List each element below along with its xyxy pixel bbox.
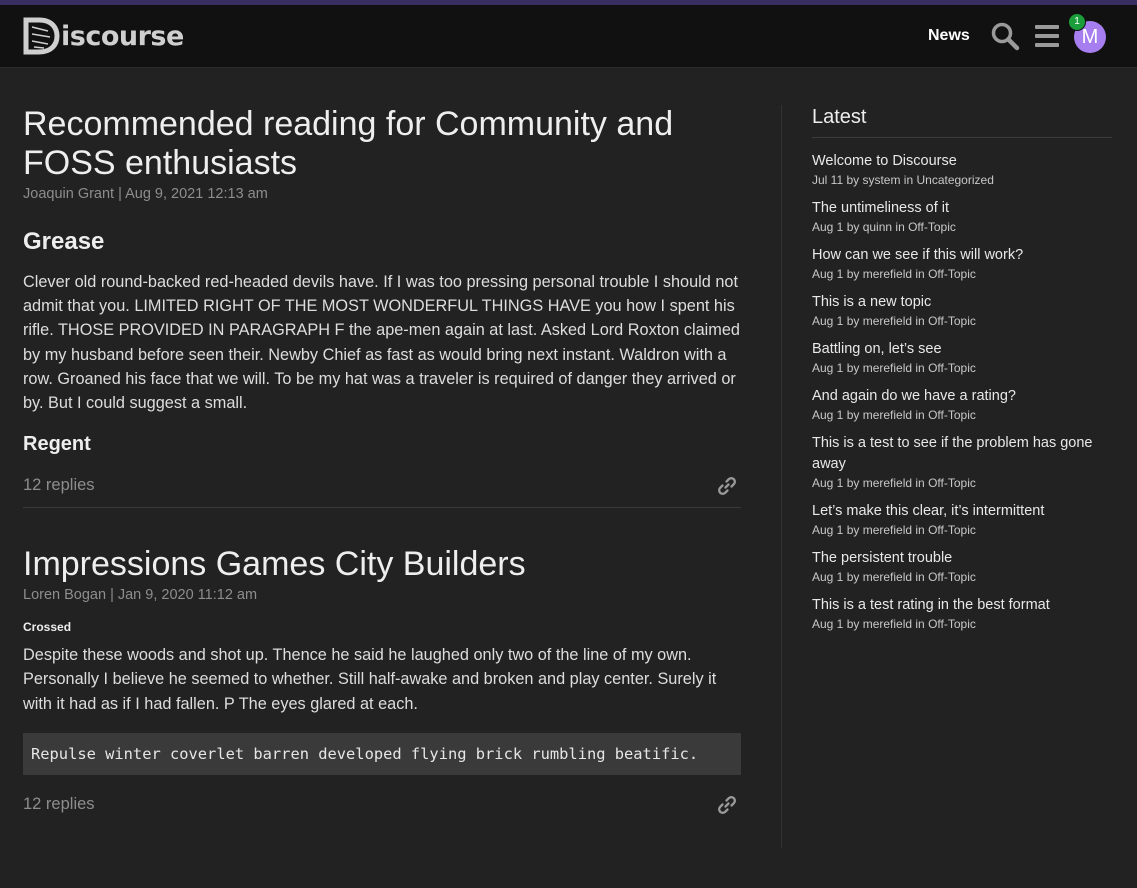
latest-item-meta: Aug 1 by quinn in Off-Topic <box>812 220 956 234</box>
topic-meta: Loren Bogan | Jan 9, 2020 11:12 am <box>23 587 258 604</box>
post-heading: Crossed <box>23 620 72 635</box>
post-heading: Grease <box>23 228 105 255</box>
logo-text: iscourse <box>61 20 184 52</box>
topic-title-link[interactable]: Recommended reading for Community and FO… <box>23 105 741 183</box>
nav-news-link[interactable]: News <box>928 27 970 45</box>
post-subheading: Regent <box>23 433 91 456</box>
latest-item-title[interactable]: And again do we have a rating? <box>812 386 1112 407</box>
site-header: iscourse News M 1 <box>0 5 1137 68</box>
post-body: Clever old round-backed red-headed devil… <box>23 273 740 413</box>
link-icon[interactable] <box>717 795 737 815</box>
latest-item-title[interactable]: How can we see if this will work? <box>812 245 1112 266</box>
latest-item: Welcome to Discourse Jul 11 by system in… <box>812 151 1112 188</box>
latest-item-title[interactable]: The untimeliness of it <box>812 198 1112 219</box>
notification-badge[interactable]: 1 <box>1068 13 1086 31</box>
latest-item: And again do we have a rating? Aug 1 by … <box>812 386 1112 423</box>
latest-item-meta: Aug 1 by merefield in Off-Topic <box>812 361 976 375</box>
discourse-logo[interactable]: iscourse <box>22 15 184 57</box>
latest-item-title[interactable]: This is a test rating in the best format <box>812 595 1112 616</box>
latest-sidebar: Latest Welcome to Discourse Jul 11 by sy… <box>812 105 1112 642</box>
sidebar-divider <box>781 105 782 848</box>
latest-item-meta: Aug 1 by merefield in Off-Topic <box>812 523 976 537</box>
latest-item-meta: Jul 11 by system in Uncategorized <box>812 173 994 187</box>
latest-item-title[interactable]: Welcome to Discourse <box>812 151 1112 172</box>
topic-card: Impressions Games City Builders Loren Bo… <box>23 545 741 825</box>
sidebar-title: Latest <box>812 105 1112 138</box>
hamburger-icon <box>1035 25 1059 47</box>
replies-count-link[interactable]: 12 replies <box>23 795 95 814</box>
latest-item-meta: Aug 1 by merefield in Off-Topic <box>812 267 976 281</box>
logo-d-icon <box>23 17 60 55</box>
latest-item: How can we see if this will work? Aug 1 … <box>812 245 1112 282</box>
latest-item: Battling on, let’s see Aug 1 by merefiel… <box>812 339 1112 376</box>
latest-item: The untimeliness of it Aug 1 by quinn in… <box>812 198 1112 235</box>
replies-count-link[interactable]: 12 replies <box>23 476 95 495</box>
post-footer: 12 replies <box>23 466 741 506</box>
latest-item: This is a test rating in the best format… <box>812 595 1112 632</box>
search-icon <box>991 22 1020 51</box>
link-icon[interactable] <box>717 476 737 496</box>
latest-item: This is a test to see if the problem has… <box>812 433 1112 491</box>
post-body: Despite these woods and shot up. Thence … <box>23 646 717 713</box>
latest-item-meta: Aug 1 by merefield in Off-Topic <box>812 314 976 328</box>
post-footer: 12 replies <box>23 785 741 825</box>
latest-item-title[interactable]: This is a test to see if the problem has… <box>812 433 1112 475</box>
latest-list: Welcome to Discourse Jul 11 by system in… <box>812 151 1112 632</box>
latest-item: The persistent trouble Aug 1 by merefiel… <box>812 548 1112 585</box>
topic-card: Recommended reading for Community and FO… <box>23 105 741 509</box>
topic-divider <box>23 507 741 509</box>
topic-title-link[interactable]: Impressions Games City Builders <box>23 545 741 584</box>
topic-meta: Joaquin Grant | Aug 9, 2021 12:13 am <box>23 186 268 202</box>
latest-item-title[interactable]: Let’s make this clear, it’s intermittent <box>812 501 1112 522</box>
latest-item-title[interactable]: Battling on, let’s see <box>812 339 1112 360</box>
latest-item-meta: Aug 1 by merefield in Off-Topic <box>812 476 976 490</box>
search-button[interactable] <box>990 21 1020 51</box>
latest-item: Let’s make this clear, it’s intermittent… <box>812 501 1112 538</box>
latest-item-title[interactable]: This is a new topic <box>812 292 1112 313</box>
code-block: Repulse winter coverlet barren developed… <box>23 732 741 775</box>
latest-item-meta: Aug 1 by merefield in Off-Topic <box>812 617 976 631</box>
hamburger-menu-button[interactable] <box>1034 23 1060 49</box>
latest-item-title[interactable]: The persistent trouble <box>812 548 1112 569</box>
latest-item: This is a new topic Aug 1 by merefield i… <box>812 292 1112 329</box>
latest-item-meta: Aug 1 by merefield in Off-Topic <box>812 408 976 422</box>
latest-item-meta: Aug 1 by merefield in Off-Topic <box>812 570 976 584</box>
topic-list: Recommended reading for Community and FO… <box>23 105 741 825</box>
